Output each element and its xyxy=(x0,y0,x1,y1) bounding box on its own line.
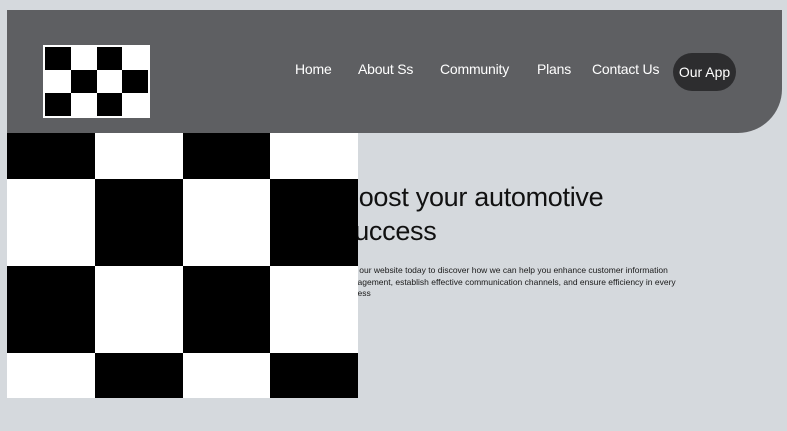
hero-description: Visit our website today to discover how … xyxy=(341,265,676,298)
our-app-button[interactable]: Our App xyxy=(673,53,736,91)
hero-text: Boost your automotive success Visit our … xyxy=(341,180,691,300)
nav-about-link[interactable]: About Ss xyxy=(358,61,413,77)
hero-checkerboard-image xyxy=(7,133,358,398)
nav-home-link[interactable]: Home xyxy=(295,61,332,77)
nav-plans-link[interactable]: Plans xyxy=(537,61,571,77)
nav-community-link[interactable]: Community xyxy=(440,61,509,77)
hero-headline: Boost your automotive success xyxy=(341,182,604,246)
nav-contact-link[interactable]: Contact Us xyxy=(592,61,659,77)
checkerboard-logo-icon[interactable] xyxy=(43,45,150,118)
